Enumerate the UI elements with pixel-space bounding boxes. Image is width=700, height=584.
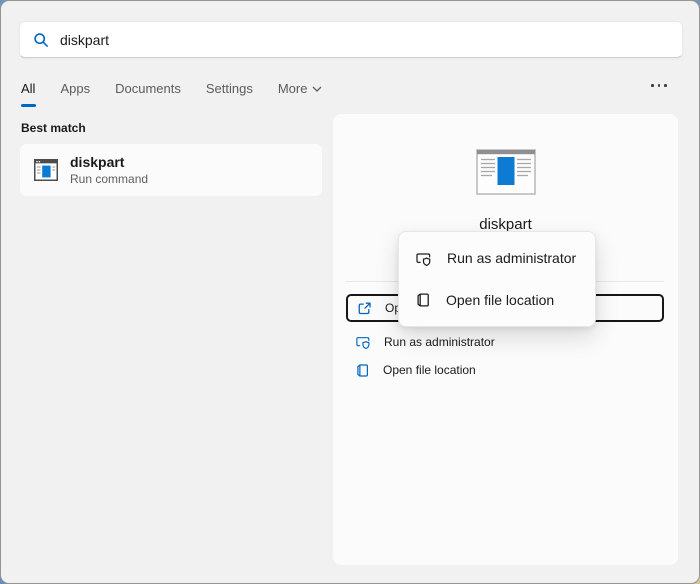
tab-all[interactable]: All bbox=[21, 81, 35, 96]
tab-documents[interactable]: Documents bbox=[115, 81, 181, 96]
ellipsis-dot bbox=[658, 84, 661, 87]
run-as-admin-label: Run as administrator bbox=[384, 335, 495, 349]
open-icon bbox=[357, 301, 372, 316]
result-subtitle: Run command bbox=[70, 172, 148, 187]
ellipsis-dot bbox=[664, 84, 667, 87]
filter-tabs: All Apps Documents Settings More bbox=[21, 81, 322, 96]
tab-apps[interactable]: Apps bbox=[60, 81, 90, 96]
open-file-location-action[interactable]: Open file location bbox=[346, 360, 664, 380]
tab-settings-label: Settings bbox=[206, 81, 253, 96]
ellipsis-dot bbox=[651, 84, 654, 87]
admin-shield-icon bbox=[355, 334, 371, 350]
run-command-icon bbox=[34, 159, 58, 181]
best-match-result[interactable]: diskpart Run command bbox=[19, 143, 323, 197]
tab-selected-underline bbox=[21, 104, 36, 107]
file-location-icon bbox=[415, 292, 431, 308]
file-location-icon bbox=[355, 363, 370, 378]
tab-settings[interactable]: Settings bbox=[206, 81, 253, 96]
tab-documents-label: Documents bbox=[115, 81, 181, 96]
tab-more[interactable]: More bbox=[278, 81, 323, 96]
search-bar[interactable] bbox=[19, 21, 683, 58]
tab-all-label: All bbox=[21, 81, 35, 96]
context-menu-item-run-as-admin[interactable]: Run as administrator bbox=[404, 237, 590, 279]
context-menu-item-open-file-location[interactable]: Open file location bbox=[404, 279, 590, 321]
diskpart-app-icon bbox=[476, 149, 536, 195]
tab-more-label: More bbox=[278, 81, 308, 96]
context-menu: Run as administrator Open file location bbox=[398, 231, 596, 327]
admin-shield-icon bbox=[415, 250, 432, 267]
context-menu-open-file-location-label: Open file location bbox=[446, 292, 554, 308]
run-as-admin-action[interactable]: Run as administrator bbox=[346, 332, 664, 352]
chevron-down-icon bbox=[312, 86, 322, 92]
result-title: diskpart bbox=[70, 154, 148, 171]
search-icon bbox=[33, 32, 49, 48]
more-options-button[interactable] bbox=[651, 84, 667, 87]
preview-panel: diskpart Open Run as administrator Open … bbox=[332, 113, 679, 566]
search-input[interactable] bbox=[60, 22, 682, 57]
tab-apps-label: Apps bbox=[60, 81, 90, 96]
best-match-heading: Best match bbox=[21, 121, 86, 135]
result-text: diskpart Run command bbox=[70, 154, 148, 187]
context-menu-run-as-admin-label: Run as administrator bbox=[447, 250, 576, 266]
search-flyout-window: All Apps Documents Settings More Best ma… bbox=[0, 0, 700, 584]
open-file-location-label: Open file location bbox=[383, 363, 476, 377]
